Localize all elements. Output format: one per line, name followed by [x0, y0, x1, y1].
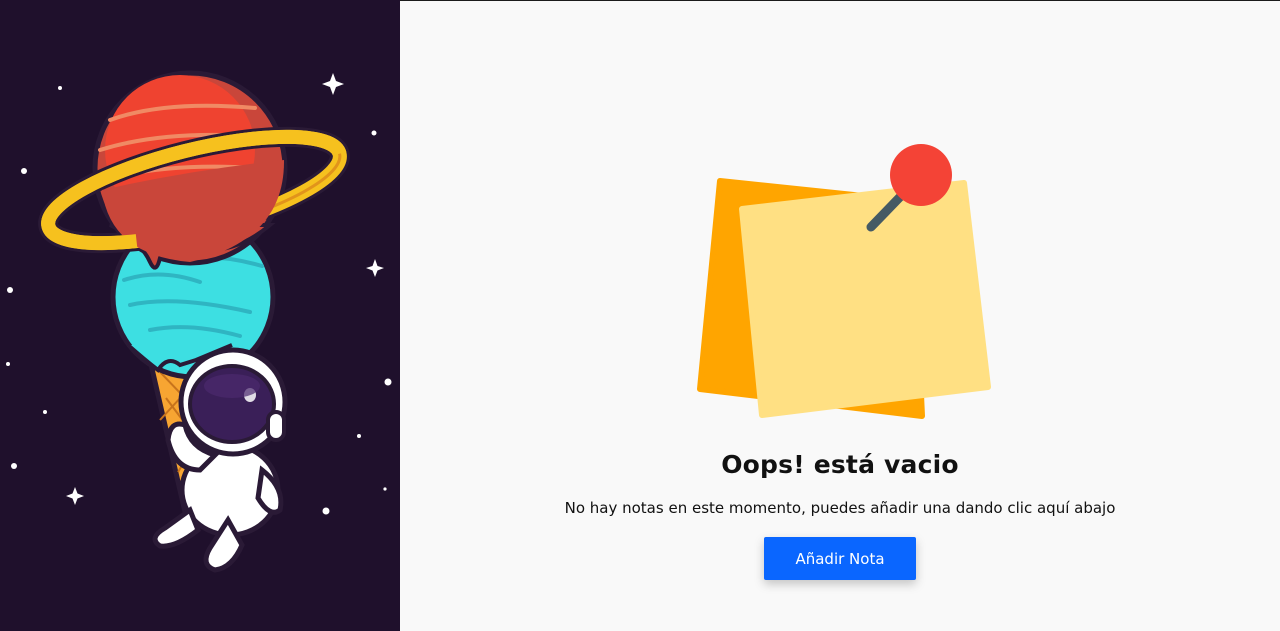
main-content: Oops! está vacio No hay notas en este mo… [400, 1, 1280, 631]
add-note-button[interactable]: Añadir Nota [764, 537, 916, 580]
sticky-notes-icon [697, 144, 991, 419]
empty-state-description: No hay notas en este momento, puedes aña… [564, 499, 1116, 517]
empty-state-title: Oops! está vacio [721, 450, 959, 479]
side-illustration-panel [0, 0, 400, 631]
astronaut-illustration-icon [6, 70, 392, 573]
